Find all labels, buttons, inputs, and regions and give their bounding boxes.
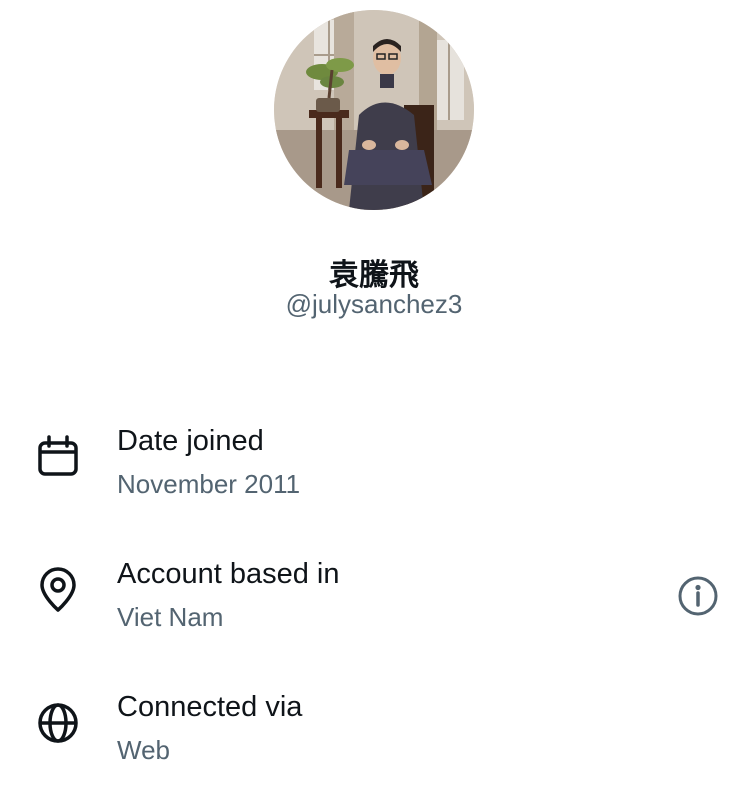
row-value-account-based-in: Viet Nam — [117, 602, 224, 632]
info-row-date-joined: Date joined November 2011 — [0, 425, 748, 515]
globe-icon — [34, 699, 82, 747]
info-row-connected-via: Connected via Web — [0, 691, 748, 781]
calendar-icon — [34, 433, 82, 481]
row-title-connected-via: Connected via — [117, 691, 303, 723]
profile-handle: @julysanchez3 — [285, 289, 463, 319]
info-row-account-based-in: Account based in Viet Nam — [0, 558, 748, 648]
info-icon[interactable] — [676, 574, 720, 618]
row-title-date-joined: Date joined — [117, 425, 264, 457]
avatar-image — [274, 10, 474, 210]
profile-avatar[interactable] — [274, 10, 474, 210]
row-value-date-joined: November 2011 — [117, 469, 301, 499]
row-title-account-based-in: Account based in — [117, 558, 340, 590]
location-pin-icon — [34, 566, 82, 614]
row-value-connected-via: Web — [117, 735, 170, 765]
profile-display-name: 袁騰飛 — [329, 258, 419, 293]
